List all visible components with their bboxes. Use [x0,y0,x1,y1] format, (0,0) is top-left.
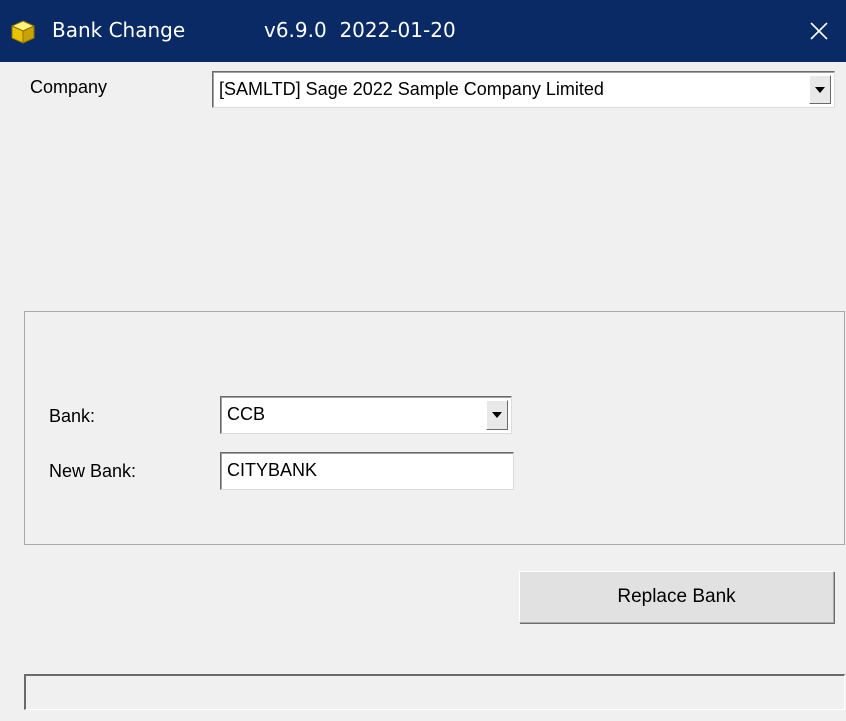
company-select[interactable]: [SAMLTD] Sage 2022 Sample Company Limite… [212,71,835,108]
chevron-down-icon [492,412,502,418]
new-bank-input[interactable]: CITYBANK [220,452,514,490]
title-bar: Bank Change v6.9.0 2022-01-20 [0,0,846,62]
chevron-down-icon [815,86,825,93]
bank-dropdown-button[interactable] [486,400,508,430]
bank-change-window: Bank Change v6.9.0 2022-01-20 Company [S… [0,0,846,721]
bank-select[interactable]: CCB [220,396,512,434]
bank-selected-value: CCB [227,404,266,424]
company-selected-value: [SAMLTD] Sage 2022 Sample Company Limite… [219,79,604,99]
version-text: v6.9.0 2022-01-20 [264,18,456,42]
new-bank-label: New Bank: [49,461,137,481]
new-bank-value: CITYBANK [227,460,318,480]
yellow-cube-icon [10,20,36,44]
company-dropdown-button[interactable] [809,75,831,104]
window-title: Bank Change [52,18,186,42]
replace-bank-label: Replace Bank [617,586,736,607]
company-label: Company [30,77,108,97]
replace-bank-button[interactable]: Replace Bank [519,571,834,623]
status-bar [24,674,845,710]
bank-label: Bank: [49,406,96,426]
close-icon [810,22,828,40]
close-button[interactable] [792,0,846,62]
